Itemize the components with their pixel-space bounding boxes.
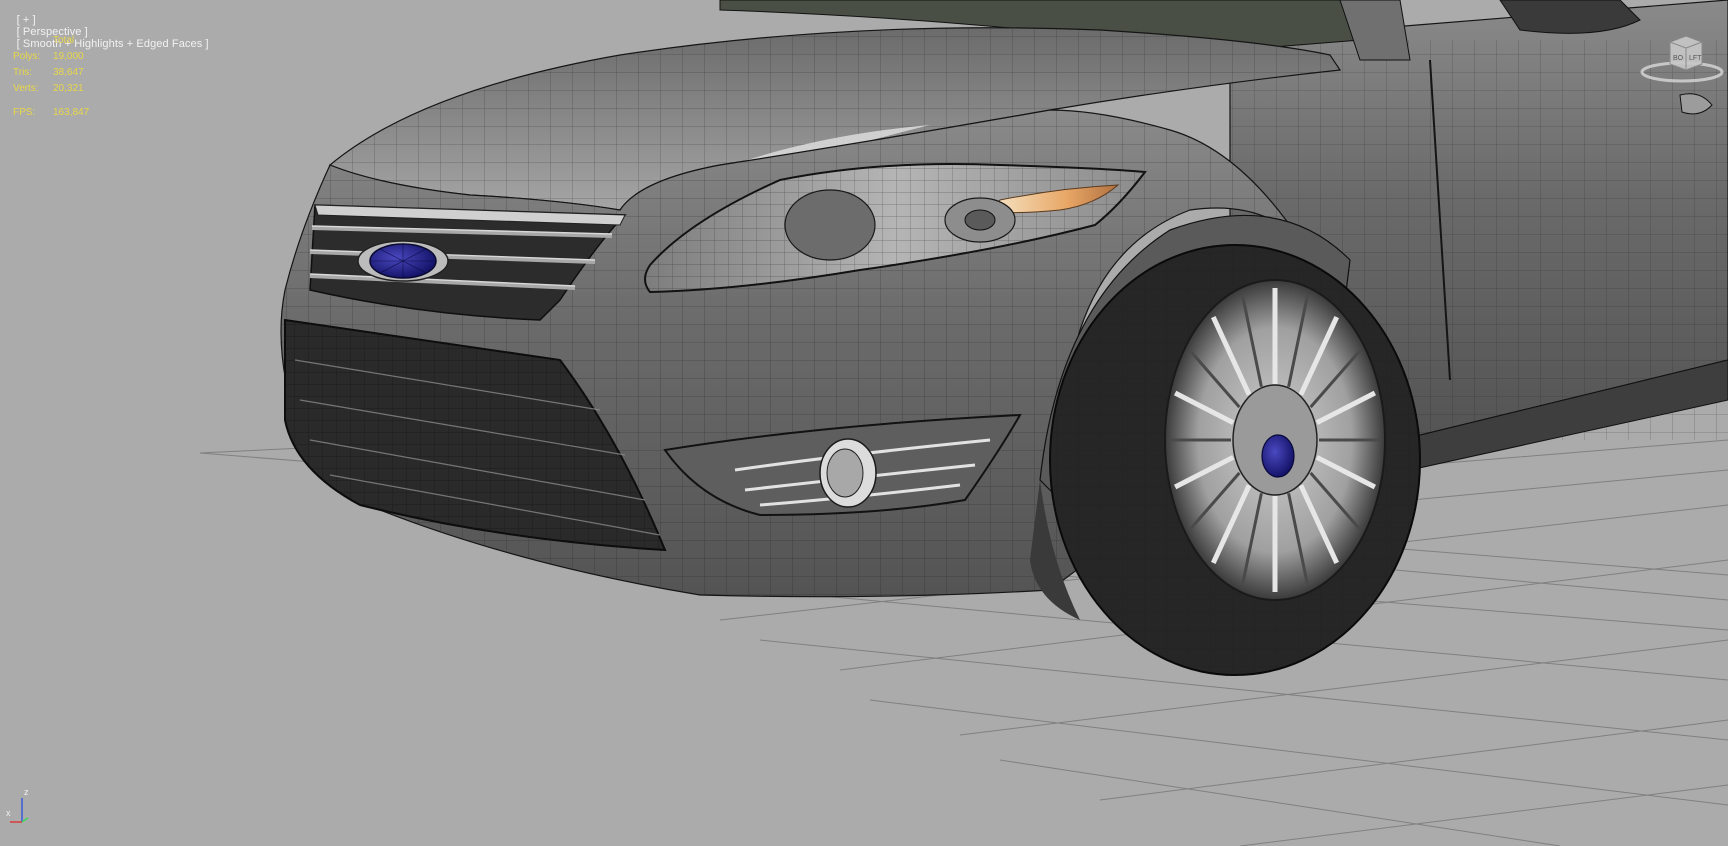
front-wheel (1049, 244, 1421, 676)
viewport-scene[interactable] (0, 0, 1728, 846)
stat-fps-value: 163,847 (53, 107, 90, 118)
viewcube-icon[interactable]: BO LFT (1632, 28, 1728, 88)
perspective-viewport[interactable]: [ + ] [ Perspective ] [ Smooth + Highlig… (0, 0, 1728, 846)
wheel-center-cap (1261, 434, 1295, 478)
stat-fps-label: FPS: (13, 107, 36, 118)
viewport-menu-plus[interactable]: [ + ] (17, 14, 36, 26)
stat-polys-value: 19,000 (53, 51, 84, 62)
stat-verts-label: Verts: (13, 83, 39, 94)
viewcube-face-lft[interactable]: LFT (1689, 55, 1702, 62)
stat-verts-value: 20,321 (53, 83, 84, 94)
stat-tris-value: 38,647 (53, 67, 84, 78)
scene-statistics: Total Polys: 19,000 Tris: 38,647 Verts: … (13, 33, 113, 121)
stats-header: Total (53, 35, 75, 46)
stat-tris-label: Tris: (13, 67, 33, 78)
axis-tripod-icon: z x (4, 784, 32, 826)
axis-x-label: x (6, 808, 11, 818)
viewcube-face-bo[interactable]: BO (1673, 55, 1684, 62)
stat-polys-label: Polys: (13, 51, 41, 62)
axis-z-label: z (24, 787, 29, 797)
